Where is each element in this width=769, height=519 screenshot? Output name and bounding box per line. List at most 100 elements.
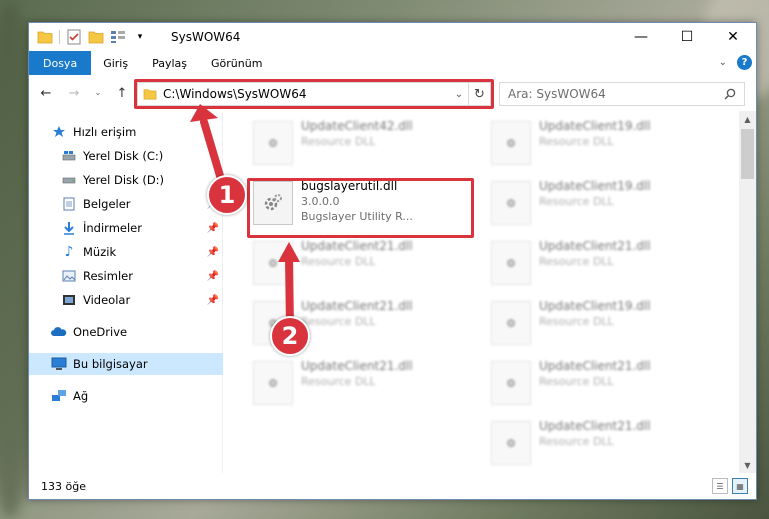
tiles-view-icon[interactable]: ▦: [732, 478, 748, 494]
view-switcher: ☰ ▦: [712, 478, 748, 494]
dll-file-icon: ⚙: [253, 121, 293, 165]
dll-file-icon: ⚙: [491, 181, 531, 225]
sidebar-item-videos[interactable]: Videolar 📌: [29, 289, 223, 311]
sidebar-item-label: Yerel Disk (C:): [83, 149, 164, 163]
search-box[interactable]: Ara: SysWOW64: [499, 82, 745, 106]
scrollbar-thumb[interactable]: [741, 129, 754, 179]
cloud-icon: [51, 324, 67, 340]
pin-icon[interactable]: 📌: [207, 247, 219, 258]
file-tile[interactable]: ⚙ UpdateClient21.dllResource DLL: [247, 237, 477, 293]
tab-file[interactable]: Dosya: [29, 51, 92, 75]
step-2-badge: 2: [270, 316, 310, 356]
star-icon: [51, 124, 67, 140]
sidebar-item-label: Resimler: [83, 269, 133, 283]
sidebar-item-label: Belgeler: [83, 197, 131, 211]
search-input[interactable]: Ara: SysWOW64: [508, 87, 724, 101]
sidebar-item-label: Videolar: [83, 293, 131, 307]
item-count: 133 öğe: [41, 479, 86, 493]
pin-icon[interactable]: 📌: [207, 271, 219, 282]
file-tile[interactable]: ⚙ UpdateClient42.dll Resource DLL: [247, 117, 477, 173]
sidebar-item-label: Yerel Disk (D:): [83, 173, 165, 187]
details-view-icon[interactable]: ☰: [712, 478, 728, 494]
tab-share[interactable]: Paylaş: [140, 51, 199, 75]
navigation-bar: ← → ⌄ ↑ C:\Windows\SysWOW64 ⌄ ↻ Ara: Sys…: [29, 78, 756, 109]
window-controls: — ☐ ✕: [618, 23, 756, 51]
sidebar-item-onedrive[interactable]: OneDrive: [29, 321, 223, 343]
music-icon: ♪: [64, 244, 74, 260]
sidebar-item-label: İndirmeler: [83, 221, 142, 235]
back-arrow-icon[interactable]: ←: [37, 84, 55, 102]
forward-arrow-icon[interactable]: →: [65, 84, 83, 102]
window-title: SysWOW64: [171, 30, 241, 44]
sidebar-item-music[interactable]: ♪ Müzik 📌: [29, 241, 223, 263]
file-tile[interactable]: ⚙ UpdateClient19.dll Resource DLL: [485, 297, 715, 353]
maximize-button[interactable]: ☐: [664, 23, 710, 51]
dll-file-icon: ⚙: [253, 241, 293, 285]
close-button[interactable]: ✕: [710, 23, 756, 51]
new-folder-icon[interactable]: [88, 29, 104, 45]
step-1-badge: 1: [207, 175, 247, 215]
file-tile[interactable]: ⚙ UpdateClient21.dllResource DLL: [247, 357, 477, 413]
sidebar-item-network[interactable]: Ağ: [29, 385, 223, 407]
disk-icon: [61, 172, 77, 188]
dll-file-icon: ⚙: [491, 301, 531, 345]
navigation-pane: Hızlı erişim Yerel Disk (C:) Yerel Disk …: [29, 113, 223, 473]
ribbon-extra: ⌄ ?: [719, 55, 752, 70]
qat-separator: [59, 30, 60, 44]
disk-icon: [61, 148, 77, 164]
dll-file-icon: ⚙: [253, 361, 293, 405]
quick-access-toolbar: ▾: [37, 29, 148, 45]
file-tile[interactable]: ⚙ UpdateClient19.dll Resource DLL: [485, 177, 715, 233]
tab-view[interactable]: Görünüm: [199, 51, 274, 75]
title-bar: ▾ SysWOW64 — ☐ ✕: [29, 23, 756, 51]
sidebar-item-label: Ağ: [73, 389, 89, 403]
folder-icon: [37, 29, 53, 45]
qat-dropdown-icon[interactable]: ▾: [132, 29, 148, 45]
sidebar-item-downloads[interactable]: İndirmeler 📌: [29, 217, 223, 239]
network-icon: [51, 388, 67, 404]
dll-file-icon: ⚙: [491, 121, 531, 165]
sidebar-item-label: Bu bilgisayar: [73, 357, 148, 371]
search-icon[interactable]: [724, 88, 736, 100]
properties-icon[interactable]: [66, 29, 82, 45]
dll-file-icon: ⚙: [491, 241, 531, 285]
sidebar-item-local-disk-d[interactable]: Yerel Disk (D:): [29, 169, 223, 191]
sidebar-item-quick-access[interactable]: Hızlı erişim: [29, 121, 223, 143]
view-options-icon[interactable]: [110, 29, 126, 45]
video-icon: [61, 292, 77, 308]
minimize-button[interactable]: —: [618, 23, 664, 51]
explorer-window: ▾ SysWOW64 — ☐ ✕ Dosya Giriş Paylaş Görü…: [28, 22, 757, 500]
file-list: ⚙ UpdateClient42.dll Resource DLL ⚙ Updat…: [229, 115, 739, 473]
sidebar-item-local-disk-c[interactable]: Yerel Disk (C:): [29, 145, 223, 167]
sidebar-item-this-pc[interactable]: Bu bilgisayar: [29, 353, 223, 375]
file-tile[interactable]: ⚙ UpdateClient21.dllResource DLL: [485, 357, 715, 413]
up-arrow-icon[interactable]: ↑: [113, 84, 131, 102]
vertical-scrollbar[interactable]: ▲ ▼: [739, 111, 756, 473]
pictures-icon: [61, 268, 77, 284]
dll-file-icon: ⚙: [491, 421, 531, 465]
ribbon-tabs: Dosya Giriş Paylaş Görünüm: [29, 51, 756, 75]
scroll-down-icon[interactable]: ▼: [739, 457, 756, 473]
sidebar-item-label: Hızlı erişim: [73, 125, 137, 139]
recent-locations-icon[interactable]: ⌄: [89, 84, 107, 102]
file-tile[interactable]: ⚙ UpdateClient21.dllResource DLL: [485, 417, 715, 473]
expand-ribbon-icon[interactable]: ⌄: [719, 57, 727, 68]
computer-icon: [51, 356, 67, 372]
status-bar: 133 öğe ☰ ▦: [29, 473, 756, 499]
sidebar-item-label: OneDrive: [73, 325, 128, 339]
sidebar-item-label: Müzik: [83, 245, 117, 259]
file-highlight-box: [247, 178, 474, 238]
help-icon[interactable]: ?: [737, 55, 752, 70]
pin-icon[interactable]: 📌: [207, 295, 219, 306]
pin-icon[interactable]: 📌: [207, 223, 219, 234]
dll-file-icon: ⚙: [491, 361, 531, 405]
file-tile[interactable]: ⚙ UpdateClient19.dll Resource DLL: [485, 117, 715, 173]
address-highlight-box: [134, 79, 494, 109]
documents-icon: [61, 196, 77, 212]
sidebar-item-documents[interactable]: Belgeler 📌: [29, 193, 223, 215]
sidebar-item-pictures[interactable]: Resimler 📌: [29, 265, 223, 287]
tab-home[interactable]: Giriş: [91, 51, 140, 75]
scroll-up-icon[interactable]: ▲: [739, 111, 756, 127]
file-tile[interactable]: ⚙ UpdateClient21.dllResource DLL: [485, 237, 715, 293]
download-icon: [61, 220, 77, 236]
